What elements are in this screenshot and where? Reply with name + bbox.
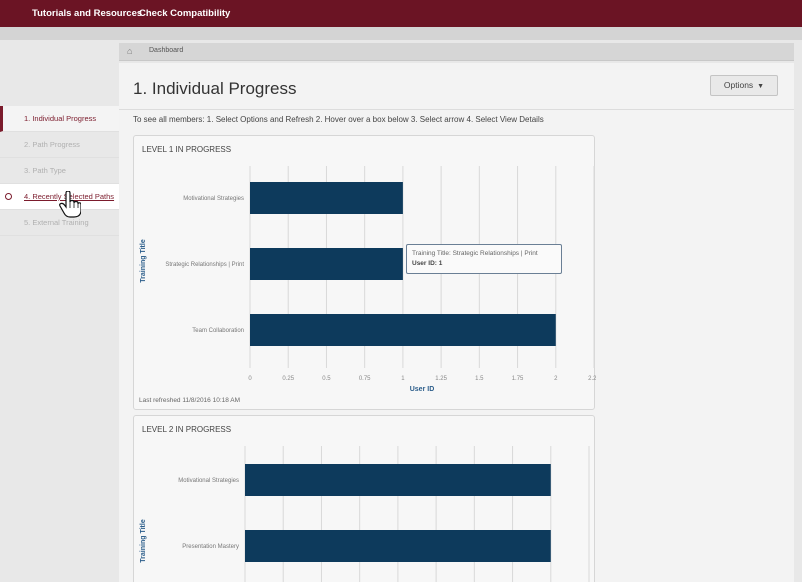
options-label: Options — [723, 80, 754, 90]
sidebar-item-label: 1. Individual Progress — [24, 114, 97, 123]
x-tick-label: 0.75 — [359, 376, 371, 382]
chart-bar — [250, 182, 403, 214]
radio-circle-icon — [5, 193, 12, 200]
breadcrumb: ⌂ Dashboard — [119, 43, 794, 61]
x-tick-label: 1.75 — [512, 376, 524, 382]
chart-level-2: Training Title Motivational Strategies Pre… — [140, 446, 590, 582]
instructions-text: To see all members: 1. Select Options an… — [133, 115, 544, 124]
x-tick-label: 2 — [554, 376, 558, 382]
x-tick-label: 1.25 — [435, 376, 447, 382]
x-tick-label: 0.5 — [322, 376, 331, 382]
nav-tutorials-and-resources[interactable]: Tutorials and Resources — [32, 8, 142, 19]
caret-down-icon: ▼ — [757, 83, 765, 90]
options-button[interactable]: Options ▼ — [710, 75, 778, 96]
home-icon[interactable]: ⌂ — [127, 47, 136, 56]
tooltip-value-line: User ID: 1 — [412, 260, 443, 267]
y-tick-label: Motivational Strategies — [178, 478, 239, 484]
chart-bar — [245, 530, 551, 562]
sidebar-item-individual-progress[interactable]: 1. Individual Progress — [0, 106, 119, 132]
y-tick-label: Strategic Relationships | Print — [165, 262, 244, 268]
y-axis-label: Training Title — [140, 519, 147, 563]
breadcrumb-dashboard[interactable]: Dashboard — [149, 47, 183, 54]
last-refreshed-text: Last refreshed 11/8/2016 10:18 AM — [139, 397, 241, 404]
x-tick-label: 0 — [248, 376, 252, 382]
sidebar-item-label: 5. External Training — [24, 218, 89, 227]
chart-bar — [250, 248, 403, 280]
hand-pointer-cursor-icon — [59, 191, 81, 218]
y-tick-label: Motivational Strategies — [183, 196, 244, 202]
nav-check-compatibility[interactable]: Check Compatibility — [139, 8, 230, 19]
x-tick-label: 0.25 — [282, 376, 294, 382]
sidebar-item-path-progress[interactable]: 2. Path Progress — [0, 132, 119, 158]
x-axis-label: User ID — [410, 386, 435, 393]
sidebar-item-label: 2. Path Progress — [24, 140, 80, 149]
sidebar-item-label: 3. Path Type — [24, 166, 66, 175]
chart-bar — [245, 464, 551, 496]
sub-header-strip — [0, 27, 802, 40]
chart-tooltip: Training Title: Strategic Relationships … — [406, 244, 562, 274]
sidebar-item-path-type[interactable]: 3. Path Type — [0, 158, 119, 184]
chart-bar — [250, 314, 556, 346]
x-tick-label: 1.5 — [475, 376, 484, 382]
top-nav-bar: Tutorials and Resources Check Compatibil… — [0, 0, 802, 27]
tooltip-title-line: Training Title: Strategic Relationships … — [412, 250, 538, 257]
y-tick-label: Presentation Mastery — [182, 544, 239, 550]
chart-card-level-2: LEVEL 2 IN PROGRESS Training Title Motiva… — [133, 415, 595, 582]
x-tick-label: 1 — [401, 376, 405, 382]
y-axis-label: Training Title — [140, 239, 147, 283]
title-divider — [119, 109, 794, 110]
x-tick-label: 2.25 — [588, 376, 596, 382]
y-tick-label: Team Collaboration — [192, 328, 244, 334]
page-title: 1. Individual Progress — [133, 79, 297, 98]
main-panel: 1. Individual Progress Options ▼ To see a… — [119, 63, 794, 582]
